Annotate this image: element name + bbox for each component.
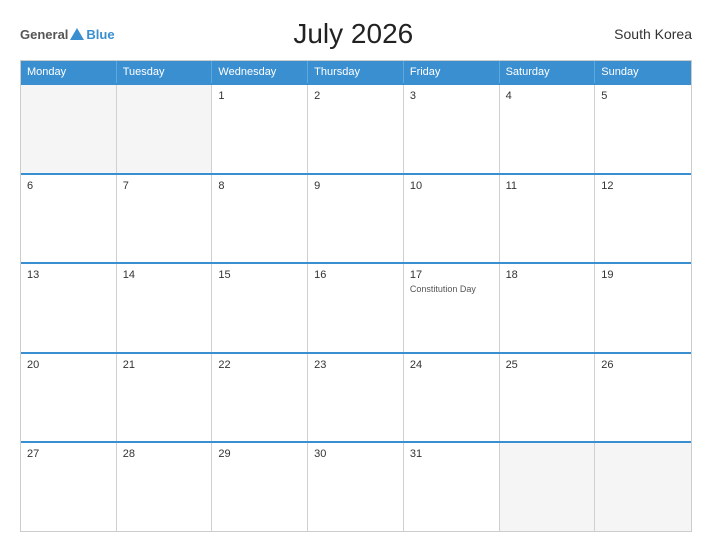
day-cell: 24 bbox=[404, 354, 500, 442]
day-cell: 17 Constitution Day bbox=[404, 264, 500, 352]
day-cell: 14 bbox=[117, 264, 213, 352]
week-row-4: 20 21 22 23 24 25 26 bbox=[21, 352, 691, 442]
week-row-5: 27 28 29 30 31 bbox=[21, 441, 691, 531]
day-number: 15 bbox=[218, 269, 301, 281]
day-cell: 11 bbox=[500, 175, 596, 263]
week-row-1: 1 2 3 45 bbox=[21, 83, 691, 173]
day-cell: 1 bbox=[212, 85, 308, 173]
day-cell: 23 bbox=[308, 354, 404, 442]
calendar-page: General Blue July 2026 South Korea Monda… bbox=[0, 0, 712, 550]
day-number: 1 bbox=[218, 90, 301, 102]
day-cell: 4 bbox=[500, 85, 596, 173]
day-cell: 12 bbox=[595, 175, 691, 263]
header-tuesday: Tuesday bbox=[117, 61, 213, 83]
day-cell: 13 bbox=[21, 264, 117, 352]
day-headers-row: Monday Tuesday Wednesday Thursday Friday… bbox=[21, 61, 691, 83]
country-label: South Korea bbox=[592, 26, 692, 42]
header-wednesday: Wednesday bbox=[212, 61, 308, 83]
day-cell: 16 bbox=[308, 264, 404, 352]
day-cell: 18 bbox=[500, 264, 596, 352]
day-number: 31 bbox=[410, 448, 493, 460]
day-number: 30 bbox=[314, 448, 397, 460]
day-cell: 5 bbox=[595, 85, 691, 173]
day-number: 18 bbox=[506, 269, 589, 281]
day-cell: 28 bbox=[117, 443, 213, 531]
day-cell: 3 bbox=[404, 85, 500, 173]
day-number: 27 bbox=[27, 448, 110, 460]
day-number: 4 bbox=[506, 90, 589, 102]
day-number: 26 bbox=[601, 359, 685, 371]
day-number: 5 bbox=[601, 90, 685, 102]
logo-blue: Blue bbox=[86, 27, 114, 42]
day-number: 19 bbox=[601, 269, 685, 281]
day-cell: 29 bbox=[212, 443, 308, 531]
event-label: Constitution Day bbox=[410, 284, 493, 294]
day-cell: 2 bbox=[308, 85, 404, 173]
day-number: 8 bbox=[218, 180, 301, 192]
logo-triangle-icon bbox=[70, 28, 84, 40]
day-number: 11 bbox=[506, 180, 589, 192]
day-cell: 20 bbox=[21, 354, 117, 442]
logo: General Blue bbox=[20, 27, 115, 42]
day-cell: 26 bbox=[595, 354, 691, 442]
day-cell: 22 bbox=[212, 354, 308, 442]
day-cell bbox=[117, 85, 213, 173]
calendar-header: General Blue July 2026 South Korea bbox=[20, 18, 692, 50]
day-cell: 7 bbox=[117, 175, 213, 263]
day-cell: 27 bbox=[21, 443, 117, 531]
week-row-3: 13 14 15 16 17 Constitution Day 18 19 bbox=[21, 262, 691, 352]
header-sunday: Sunday bbox=[595, 61, 691, 83]
day-number: 13 bbox=[27, 269, 110, 281]
day-cell: 15 bbox=[212, 264, 308, 352]
day-cell: 25 bbox=[500, 354, 596, 442]
day-number: 24 bbox=[410, 359, 493, 371]
header-saturday: Saturday bbox=[500, 61, 596, 83]
day-cell: 31 bbox=[404, 443, 500, 531]
day-cell: 6 bbox=[21, 175, 117, 263]
day-cell: 30 bbox=[308, 443, 404, 531]
day-number: 10 bbox=[410, 180, 493, 192]
day-number: 29 bbox=[218, 448, 301, 460]
header-friday: Friday bbox=[404, 61, 500, 83]
day-number: 12 bbox=[601, 180, 685, 192]
week-row-2: 6 78 9 10 11 12 bbox=[21, 173, 691, 263]
day-number: 3 bbox=[410, 90, 493, 102]
day-cell bbox=[21, 85, 117, 173]
logo-general: General bbox=[20, 27, 68, 42]
day-number: 14 bbox=[123, 269, 206, 281]
header-monday: Monday bbox=[21, 61, 117, 83]
day-number: 20 bbox=[27, 359, 110, 371]
day-cell bbox=[500, 443, 596, 531]
day-cell: 8 bbox=[212, 175, 308, 263]
day-number: 21 bbox=[123, 359, 206, 371]
day-number: 22 bbox=[218, 359, 301, 371]
day-number: 28 bbox=[123, 448, 206, 460]
weeks-container: 1234567891011121314151617Constitution Da… bbox=[21, 83, 691, 531]
day-cell: 21 bbox=[117, 354, 213, 442]
header-thursday: Thursday bbox=[308, 61, 404, 83]
day-number: 7 bbox=[123, 180, 206, 192]
day-cell: 19 bbox=[595, 264, 691, 352]
day-cell bbox=[595, 443, 691, 531]
day-cell: 10 bbox=[404, 175, 500, 263]
day-number: 25 bbox=[506, 359, 589, 371]
day-number: 17 bbox=[410, 269, 493, 281]
day-number: 23 bbox=[314, 359, 397, 371]
day-number: 2 bbox=[314, 90, 397, 102]
day-number: 9 bbox=[314, 180, 397, 192]
day-cell: 9 bbox=[308, 175, 404, 263]
month-title: July 2026 bbox=[115, 18, 592, 50]
calendar-grid: Monday Tuesday Wednesday Thursday Friday… bbox=[20, 60, 692, 532]
day-number: 16 bbox=[314, 269, 397, 281]
day-number: 6 bbox=[27, 180, 110, 192]
